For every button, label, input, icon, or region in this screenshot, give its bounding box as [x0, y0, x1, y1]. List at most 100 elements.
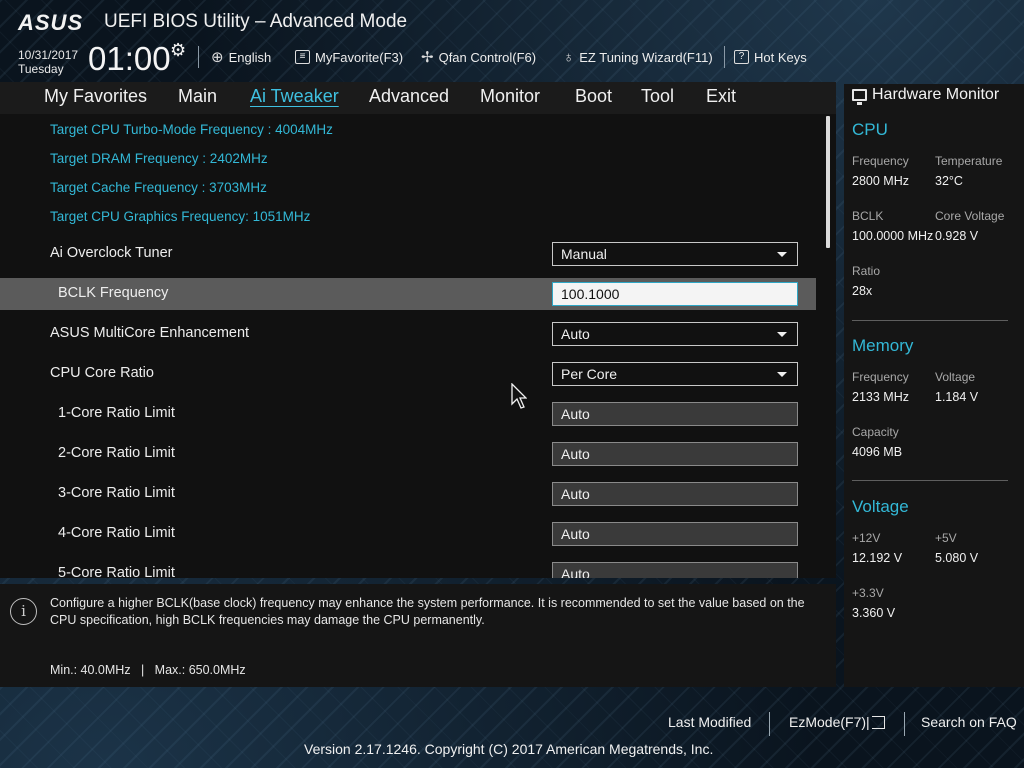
- memory-frequency-label: Frequency: [852, 370, 909, 384]
- setting-label: BCLK Frequency: [58, 285, 169, 301]
- target-cache-info: Target Cache Frequency : 3703MHz: [50, 180, 267, 195]
- v5-value: 5.080 V: [935, 551, 979, 565]
- target-gpu-info: Target CPU Graphics Frequency: 1051MHz: [50, 209, 311, 224]
- header: ASUS UEFI BIOS Utility – Advanced Mode 1…: [0, 0, 1024, 82]
- setting-label: ASUS MultiCore Enhancement: [50, 325, 250, 341]
- dropdown-arrow-icon: [777, 372, 787, 377]
- bclk-frequency-input[interactable]: 100.1000: [552, 282, 798, 306]
- clock-display[interactable]: 01:00: [88, 40, 171, 78]
- setting-row-5-core-ratio[interactable]: 5-Core Ratio Limit Auto: [0, 558, 816, 578]
- setting-row-ai-overclock-tuner[interactable]: Ai Overclock Tuner Manual: [0, 238, 816, 270]
- setting-row-3-core-ratio[interactable]: 3-Core Ratio Limit Auto: [0, 478, 816, 510]
- question-icon: ?: [734, 50, 749, 64]
- settings-scrollbar[interactable]: [826, 116, 830, 248]
- app-title: UEFI BIOS Utility – Advanced Mode: [104, 11, 408, 32]
- exit-icon: [871, 716, 885, 729]
- setting-row-cpu-core-ratio[interactable]: CPU Core Ratio Per Core: [0, 358, 816, 390]
- ezmode-button[interactable]: EzMode(F7)|: [789, 714, 885, 730]
- tab-advanced[interactable]: Advanced: [369, 86, 449, 107]
- 5-core-ratio-field[interactable]: Auto: [552, 562, 798, 578]
- ez-tuning-wizard-button[interactable]: ♁ EZ Tuning Wizard(F11): [563, 47, 713, 67]
- gear-icon[interactable]: ⚙: [170, 40, 186, 61]
- tab-ai-tweaker[interactable]: Ai Tweaker: [250, 86, 339, 107]
- field-value: Auto: [561, 446, 590, 462]
- hardware-monitor-label: Hardware Monitor: [872, 86, 1000, 103]
- multicore-enhancement-dropdown[interactable]: Auto: [552, 322, 798, 346]
- globe-icon: ⊕: [211, 49, 224, 66]
- setting-row-4-core-ratio[interactable]: 4-Core Ratio Limit Auto: [0, 518, 816, 550]
- v12-value: 12.192 V: [852, 551, 903, 565]
- help-panel: i Configure a higher BCLK(base clock) fr…: [0, 584, 836, 687]
- dropdown-value: Per Core: [561, 366, 618, 382]
- input-value: 100.1000: [561, 286, 620, 302]
- cpu-frequency-value: 2800 MHz: [852, 174, 909, 188]
- 4-core-ratio-field[interactable]: Auto: [552, 522, 798, 546]
- language-button[interactable]: ⊕ English: [211, 47, 271, 67]
- help-text: Configure a higher BCLK(base clock) freq…: [50, 596, 805, 627]
- tab-exit[interactable]: Exit: [706, 86, 736, 107]
- info-icon: i: [10, 598, 37, 625]
- footer-divider: [904, 712, 905, 736]
- header-divider: [724, 46, 725, 68]
- field-value: Auto: [561, 486, 590, 502]
- hot-keys-button[interactable]: ? Hot Keys: [734, 47, 807, 67]
- 2-core-ratio-field[interactable]: Auto: [552, 442, 798, 466]
- field-value: Auto: [561, 526, 590, 542]
- 3-core-ratio-field[interactable]: Auto: [552, 482, 798, 506]
- ezmode-label: EzMode(F7)|: [789, 714, 870, 730]
- header-divider: [198, 46, 199, 68]
- setting-label: Ai Overclock Tuner: [50, 245, 173, 261]
- value-range: Min.: 40.0MHz | Max.: 650.0MHz: [50, 663, 246, 677]
- v12-label: +12V: [852, 531, 881, 545]
- setting-row-1-core-ratio[interactable]: 1-Core Ratio Limit Auto: [0, 398, 816, 430]
- mouse-cursor-icon: [511, 383, 527, 409]
- setting-label: 4-Core Ratio Limit: [58, 525, 175, 541]
- ratio-value: 28x: [852, 284, 873, 298]
- cpu-temperature-value: 32°C: [935, 174, 963, 188]
- tab-monitor[interactable]: Monitor: [480, 86, 540, 107]
- monitor-icon: [852, 89, 867, 105]
- tab-main[interactable]: Main: [178, 86, 217, 107]
- qfan-control-button[interactable]: ✢ Qfan Control(F6): [421, 47, 536, 67]
- main-menu-bar: My Favorites Main Ai Tweaker Advanced Mo…: [0, 82, 836, 114]
- qfan-control-label: Qfan Control(F6): [438, 49, 537, 65]
- memory-frequency-value: 2133 MHz: [852, 390, 909, 404]
- voltage-heading: Voltage: [852, 497, 909, 516]
- bclk-label: BCLK: [852, 209, 884, 223]
- cpu-frequency-label: Frequency: [852, 154, 909, 168]
- setting-row-bclk-frequency[interactable]: BCLK Frequency 100.1000: [0, 278, 816, 310]
- setting-label: 1-Core Ratio Limit: [58, 405, 175, 421]
- tab-boot[interactable]: Boot: [575, 86, 612, 107]
- core-voltage-label: Core Voltage: [935, 209, 1005, 223]
- dropdown-arrow-icon: [777, 252, 787, 257]
- 1-core-ratio-field[interactable]: Auto: [552, 402, 798, 426]
- ratio-label: Ratio: [852, 264, 881, 278]
- memory-heading: Memory: [852, 336, 914, 355]
- tab-tool[interactable]: Tool: [641, 86, 674, 107]
- fan-icon: ✢: [421, 49, 434, 66]
- ai-overclock-tuner-dropdown[interactable]: Manual: [552, 242, 798, 266]
- hardware-monitor-title: Hardware Monitor: [852, 86, 1000, 105]
- setting-row-multicore-enhancement[interactable]: ASUS MultiCore Enhancement Auto: [0, 318, 816, 350]
- core-voltage-value: 0.928 V: [935, 229, 979, 243]
- hot-keys-label: Hot Keys: [754, 49, 807, 65]
- myfavorite-label: MyFavorite(F3): [315, 49, 404, 65]
- field-value: Auto: [561, 406, 590, 422]
- dropdown-value: Manual: [561, 246, 607, 262]
- settings-panel: Target CPU Turbo-Mode Frequency : 4004MH…: [0, 114, 836, 578]
- bclk-value: 100.0000 MHz: [852, 229, 934, 243]
- v33-value: 3.360 V: [852, 606, 896, 620]
- myfavorite-button[interactable]: ≡ MyFavorite(F3): [295, 47, 403, 67]
- language-label: English: [228, 49, 272, 65]
- setting-row-2-core-ratio[interactable]: 2-Core Ratio Limit Auto: [0, 438, 816, 470]
- cpu-core-ratio-dropdown[interactable]: Per Core: [552, 362, 798, 386]
- search-faq-button[interactable]: Search on FAQ: [921, 714, 1017, 730]
- dropdown-value: Auto: [561, 326, 590, 342]
- setting-label: 3-Core Ratio Limit: [58, 485, 175, 501]
- tab-my-favorites[interactable]: My Favorites: [44, 86, 147, 107]
- v33-label: +3.3V: [852, 586, 884, 600]
- last-modified-button[interactable]: Last Modified: [668, 714, 751, 730]
- target-cpu-turbo-info: Target CPU Turbo-Mode Frequency : 4004MH…: [50, 122, 333, 137]
- memory-voltage-value: 1.184 V: [935, 390, 979, 404]
- dropdown-arrow-icon: [777, 332, 787, 337]
